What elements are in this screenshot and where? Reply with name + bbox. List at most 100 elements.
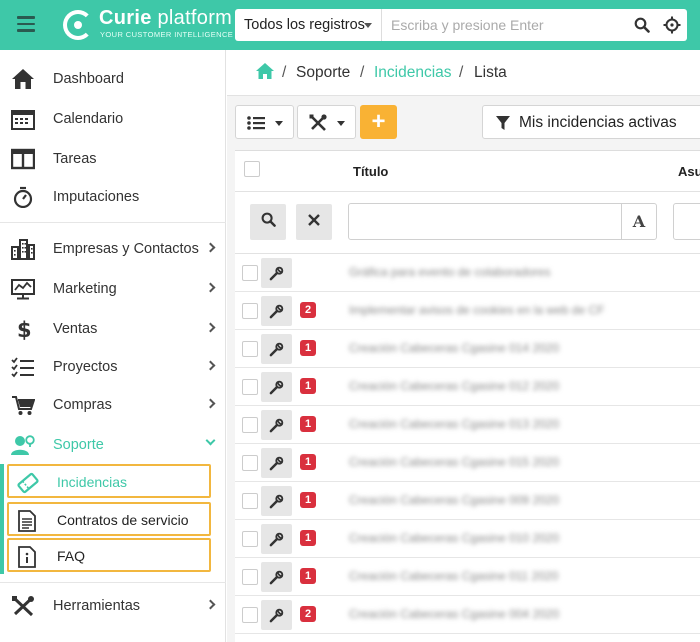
search-input[interactable] [382,10,627,40]
brand-name[interactable]: Curie platform [99,7,232,30]
table-row[interactable]: 1 Creación Cabeceras Cgasine 010 2020 [235,520,700,558]
row-checkbox[interactable] [242,569,258,585]
wrench-icon [269,342,284,357]
incident-title[interactable]: Creación Cabeceras Cgasine 012 2020 [349,379,559,393]
crosshair-icon[interactable] [657,10,687,40]
text-filter-mode-button[interactable]: A [621,203,657,240]
sidebar-item-tareas[interactable]: Tareas [0,142,226,176]
chevron-right-icon [205,360,216,371]
chevron-right-icon [205,398,216,409]
row-checkbox[interactable] [242,341,258,357]
caret-down-icon [275,121,283,126]
edit-row-button[interactable] [261,600,292,630]
view-mode-button[interactable] [235,105,294,139]
sidebar-subitem-faq[interactable]: FAQ [7,538,211,572]
row-checkbox[interactable] [242,379,258,395]
sidebar-item-soporte[interactable]: Soporte [0,428,226,462]
sidebar-item-dashboard[interactable]: Dashboard [0,62,226,96]
caret-down-icon [364,23,372,28]
table-row[interactable]: 1 Creación Cabeceras Cgasine 014 2020 [235,330,700,368]
search-scope-select[interactable]: Todos los registros [235,9,382,41]
column-header-titulo[interactable]: Título [353,164,388,179]
wrench-icon [269,304,284,319]
cart-icon [11,394,36,416]
chevron-right-icon [205,242,216,253]
sidebar-subitem-contratos[interactable]: Contratos de servicio [7,502,211,536]
edit-row-button[interactable] [261,448,292,478]
sidebar-item-compras[interactable]: Compras [0,388,226,422]
tools-icon [309,114,327,137]
tools-menu-button[interactable] [297,105,356,139]
caret-down-icon [337,121,345,126]
row-checkbox[interactable] [242,531,258,547]
columns-icon [10,148,36,170]
incident-title[interactable]: Creación Cabeceras Cgasine 004 2020 [349,607,559,621]
buildings-icon [11,238,35,260]
toolbar: + Mis incidencias activas [227,97,700,150]
tools-icon [11,595,35,617]
sidebar-item-marketing[interactable]: Marketing [0,272,226,306]
row-checkbox[interactable] [242,607,258,623]
incident-title[interactable]: Creación Cabeceras Cgasine 009 2020 [349,493,559,507]
sidebar-subitem-incidencias[interactable]: Incidencias [7,464,211,498]
edit-row-button[interactable] [261,296,292,326]
sidebar-item-imputaciones[interactable]: Imputaciones [0,180,226,214]
sidebar-item-ventas[interactable]: $ Ventas [0,312,226,346]
edit-row-button[interactable] [261,258,292,288]
chevron-down-icon [205,435,216,446]
list-icon [247,116,265,135]
column-header-asunto[interactable]: Asu [678,164,700,179]
sidebar-item-herramientas[interactable]: Herramientas [0,589,226,623]
table-row[interactable]: 1 Creación Cabeceras Cgasine 009 2020 [235,482,700,520]
edit-row-button[interactable] [261,524,292,554]
menu-toggle-icon[interactable] [17,16,35,32]
table-row[interactable]: 2 Implementar avisos de cookies en la web… [235,292,700,330]
wrench-icon [269,380,284,395]
table-row[interactable]: 1 Creación Cabeceras Cgasine 015 2020 [235,444,700,482]
add-incident-button[interactable]: + [360,105,397,139]
select-all-checkbox[interactable] [244,161,260,177]
priority-badge: 1 [300,416,316,432]
saved-filter-button[interactable]: Mis incidencias activas [482,105,700,139]
breadcrumb-soporte[interactable]: Soporte [296,64,350,82]
table-row[interactable]: Gráfica para evento de colaboradores [235,254,700,292]
row-checkbox[interactable] [242,265,258,281]
sidebar-item-proyectos[interactable]: Proyectos [0,350,226,384]
incident-title[interactable]: Creación Cabeceras Cgasine 010 2020 [349,531,559,545]
support-user-icon [11,434,35,456]
logo-dot [74,21,82,29]
row-checkbox[interactable] [242,493,258,509]
incident-title[interactable]: Creación Cabeceras Cgasine 013 2020 [349,417,559,431]
incident-title[interactable]: Gráfica para evento de colaboradores [349,265,550,279]
title-filter-input[interactable] [348,203,622,240]
edit-row-button[interactable] [261,334,292,364]
stopwatch-icon [11,186,35,209]
sidebar-item-empresas[interactable]: Empresas y Contactos [0,232,226,266]
breadcrumb-incidencias[interactable]: Incidencias [374,64,452,82]
incident-title[interactable]: Creación Cabeceras Cgasine 015 2020 [349,455,559,469]
edit-row-button[interactable] [261,562,292,592]
checklist-icon [11,356,35,378]
subject-filter-input[interactable] [673,203,700,240]
priority-badge: 1 [300,378,316,394]
apply-filter-button[interactable] [250,204,286,240]
sidebar-item-calendario[interactable]: Calendario [0,102,226,136]
row-checkbox[interactable] [242,303,258,319]
search-icon[interactable] [627,10,657,40]
row-checkbox[interactable] [242,455,258,471]
incident-title[interactable]: Creación Cabeceras Cgasine 011 2020 [349,569,558,583]
table-row[interactable]: 1 Creación Cabeceras Cgasine 013 2020 [235,406,700,444]
table-row[interactable]: 2 Creación Cabeceras Cgasine 004 2020 [235,596,700,634]
home-icon[interactable] [256,63,274,84]
table-row[interactable]: 1 Creación Cabeceras Cgasine 012 2020 [235,368,700,406]
edit-row-button[interactable] [261,372,292,402]
sidebar: Dashboard Calendario Tareas Imputaciones… [0,50,226,642]
funnel-icon [496,116,510,136]
table-row[interactable]: 1 Creación Cabeceras Cgasine 011 2020 [235,558,700,596]
edit-row-button[interactable] [261,410,292,440]
incident-title[interactable]: Implementar avisos de cookies en la web … [349,303,604,317]
clear-filter-button[interactable] [296,204,332,240]
edit-row-button[interactable] [261,486,292,516]
incident-title[interactable]: Creación Cabeceras Cgasine 014 2020 [349,341,559,355]
row-checkbox[interactable] [242,417,258,433]
